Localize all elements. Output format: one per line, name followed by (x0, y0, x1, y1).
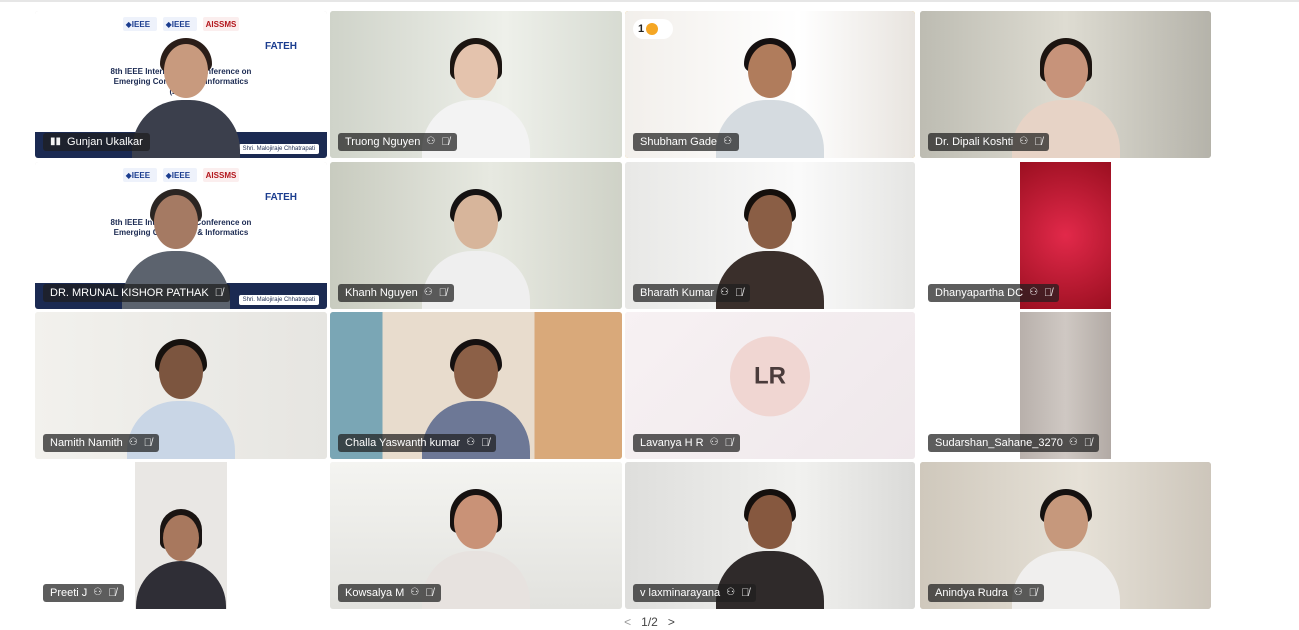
participant-mode-icon: ⚇ (423, 287, 433, 298)
participant-nameplate: Bharath Kumar ⚇ 🎙̸ (633, 284, 751, 302)
participant-nameplate: Khanh Nguyen ⚇ 🎙̸ (338, 284, 454, 302)
participant-tile-bharath-kumar[interactable]: Bharath Kumar ⚇ 🎙̸ (625, 162, 915, 309)
previous-page-button[interactable]: < (624, 615, 631, 629)
participant-tile-shubham-gade[interactable]: 1 Shubham Gade ⚇ (625, 11, 915, 158)
participant-tile-challa-yaswanth-kumar[interactable]: Challa Yaswanth kumar ⚇ 🎙̸ (330, 312, 622, 459)
sponsor-logo: FATEH (264, 192, 297, 203)
mic-muted-icon: 🎙̸ (481, 437, 490, 449)
participant-mode-icon: ⚇ (1068, 437, 1078, 448)
aissms-logo: AISSMS (202, 168, 240, 182)
mic-muted-icon: 🎙̸ (734, 287, 744, 299)
participant-nameplate: Preeti J ⚇ 🎙̸ (43, 584, 124, 602)
participant-nameplate: DR. MRUNAL KISHOR PATHAK 🎙̸ (43, 284, 230, 302)
participant-mode-icon: ⚇ (1013, 587, 1023, 598)
participant-mode-icon: ⚇ (723, 136, 733, 147)
participant-nameplate: v laxminarayana ⚇ 🎙̸ (633, 584, 757, 602)
participant-video (135, 462, 227, 609)
aissms-logo: AISSMS (202, 17, 240, 31)
banner-chip: Shri. Malojiraje Chhatrapati (238, 295, 319, 305)
mic-muted-icon: 🎙̸ (108, 587, 117, 599)
participant-mode-icon: ⚇ (128, 437, 138, 448)
participant-mode-icon: ⚇ (719, 287, 729, 298)
mic-muted-icon: 🎙̸ (438, 287, 447, 299)
mic-muted-icon: 🎙̸ (1083, 437, 1093, 449)
mic-muted-icon: 🎙̸ (1044, 287, 1053, 299)
raised-hand-badge: 1 (633, 19, 673, 39)
page-indicator: 1/2 (641, 615, 658, 629)
mic-muted-icon: 🎙̸ (724, 437, 733, 449)
participant-mode-icon: ⚇ (726, 587, 736, 598)
mic-muted-icon: 🎙̸ (143, 437, 152, 449)
mic-muted-icon: 🎙̸ (425, 587, 434, 599)
participant-mode-icon: ⚇ (410, 587, 420, 598)
participant-mode-icon: ⚇ (1019, 136, 1029, 147)
participant-mode-icon: ⚇ (709, 437, 719, 448)
participant-tile-khanh-nguyen[interactable]: Khanh Nguyen ⚇ 🎙̸ (330, 162, 622, 309)
participant-tile-v-laxminarayana[interactable]: v laxminarayana ⚇ 🎙̸ (625, 462, 915, 609)
participant-tile-sudarshan-sahane[interactable]: Sudarshan_Sahane_3270 ⚇ 🎙̸ (920, 312, 1211, 459)
video-grid: ◆IEEE ◆IEEE AISSMS FATEH 8th IEEE Intern… (0, 0, 1299, 630)
participant-tile-lavanya-h-r[interactable]: LR Lavanya H R ⚇ 🎙̸ (625, 312, 915, 459)
participant-nameplate: Lavanya H R ⚇ 🎙̸ (633, 434, 740, 452)
ieee-logo: ◆IEEE (122, 17, 157, 31)
participant-tile-kowsalya-m[interactable]: Kowsalya M ⚇ 🎙̸ (330, 462, 622, 609)
participant-tile-namith-namith[interactable]: Namith Namith ⚇ 🎙̸ (35, 312, 327, 459)
participant-nameplate: Kowsalya M ⚇ 🎙̸ (338, 584, 441, 602)
participant-mode-icon: ⚇ (1029, 287, 1039, 298)
mic-muted-icon: 🎙̸ (1028, 587, 1037, 599)
participant-mode-icon: ⚇ (426, 136, 436, 147)
participant-nameplate: Sudarshan_Sahane_3270 ⚇ 🎙̸ (928, 434, 1100, 452)
participant-nameplate: Shubham Gade ⚇ (633, 133, 740, 151)
participant-nameplate: Anindya Rudra ⚇ 🎙̸ (928, 584, 1044, 602)
participant-tile-anindya-rudra[interactable]: Anindya Rudra ⚇ 🎙̸ (920, 462, 1211, 609)
participant-mode-icon: ⚇ (93, 587, 103, 598)
participant-tile-dhanyapartha-dc[interactable]: Dhanyapartha DC ⚇ 🎙̸ (920, 162, 1211, 309)
next-page-button[interactable]: > (668, 615, 675, 629)
participant-tile-dipali-koshti[interactable]: Dr. Dipali Koshti ⚇ 🎙̸ (920, 11, 1211, 158)
participant-nameplate: Namith Namith ⚇ 🎙̸ (43, 434, 159, 452)
raised-hand-icon (646, 23, 659, 35)
mic-muted-icon: 🎙̸ (741, 587, 750, 599)
participant-tile-gunjan-ukalkar[interactable]: ◆IEEE ◆IEEE AISSMS FATEH 8th IEEE Intern… (35, 11, 327, 158)
sponsor-logo: FATEH (264, 41, 297, 52)
ieee-logo: ◆IEEE (162, 168, 197, 182)
participant-nameplate: Challa Yaswanth kumar ⚇ 🎙̸ (338, 434, 497, 452)
participant-mode-icon: ⚇ (466, 437, 476, 448)
participant-tile-preeti-j[interactable]: Preeti J ⚇ 🎙̸ (35, 462, 327, 609)
gallery-pager: < 1/2 > (0, 614, 1299, 630)
banner-chip: Shri. Malojiraje Chhatrapati (238, 144, 319, 154)
participant-nameplate: Truong Nguyen ⚇ 🎙̸ (338, 133, 457, 151)
signal-bars-icon: ▮▮ (50, 136, 62, 147)
mic-muted-icon: 🎙̸ (441, 136, 450, 148)
participant-nameplate: Dr. Dipali Koshti ⚇ 🎙̸ (928, 133, 1050, 151)
mic-muted-icon: 🎙̸ (1034, 136, 1043, 148)
ieee-logo: ◆IEEE (122, 168, 157, 182)
ieee-logo: ◆IEEE (162, 17, 197, 31)
avatar: LR (730, 335, 810, 416)
participant-tile-truong-nguyen[interactable]: Truong Nguyen ⚇ 🎙̸ (330, 11, 622, 158)
mic-muted-icon: 🎙̸ (214, 287, 223, 299)
participant-nameplate: ▮▮ Gunjan Ukalkar (43, 133, 150, 151)
participant-tile-mrunal-kishor-pathak[interactable]: ◆IEEE ◆IEEE AISSMS FATEH 8th IEEE Intern… (35, 162, 327, 309)
participant-nameplate: Dhanyapartha DC ⚇ 🎙̸ (928, 284, 1060, 302)
